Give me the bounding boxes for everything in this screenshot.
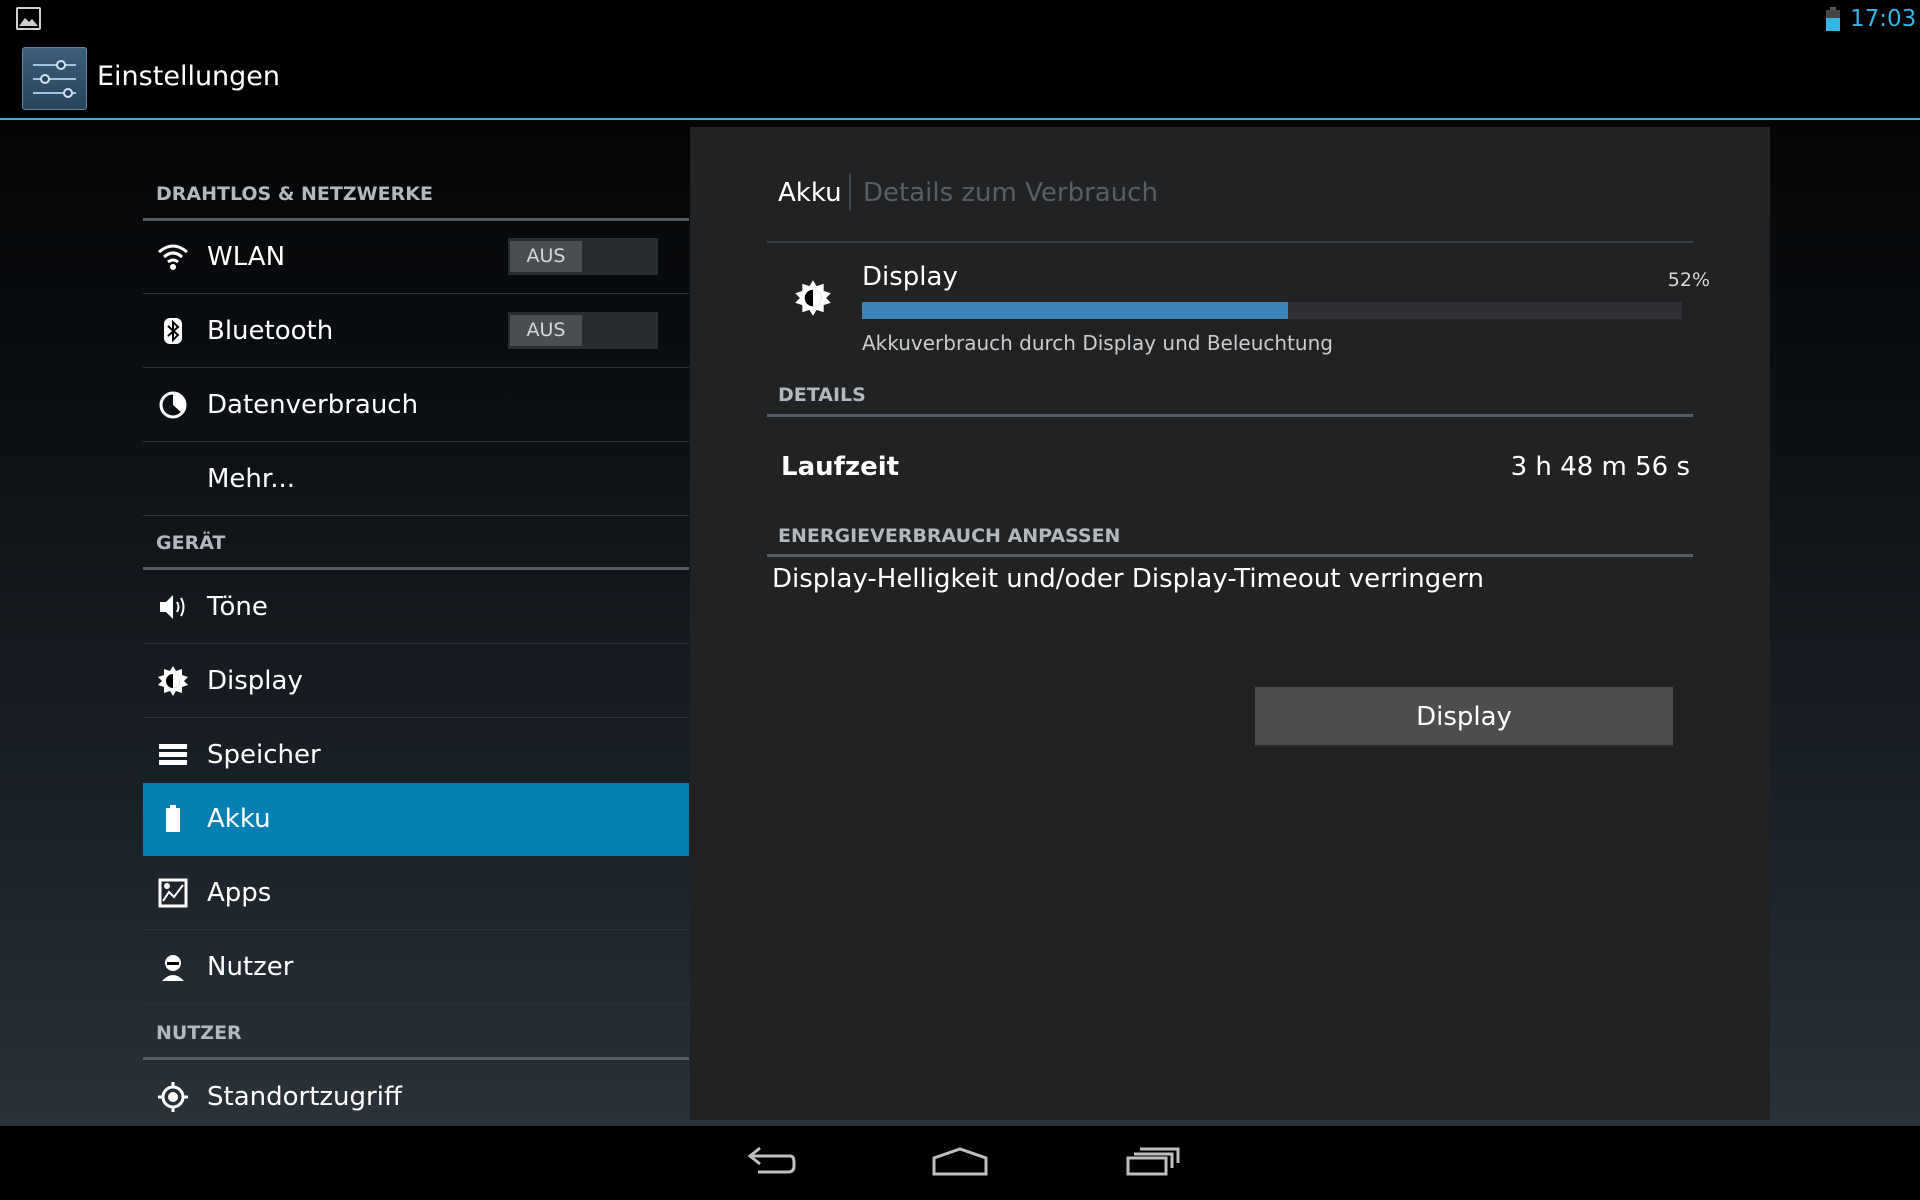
sidebar-item-label: Akku	[207, 804, 271, 834]
bluetooth-toggle[interactable]: AUS	[508, 312, 658, 349]
wifi-icon	[157, 241, 189, 273]
toggle-state: AUS	[510, 241, 582, 272]
sidebar-item-bluetooth[interactable]: Bluetooth AUS	[143, 295, 689, 368]
apps-icon	[157, 877, 189, 909]
sidebar-item-label: Apps	[207, 878, 272, 908]
gallery-icon	[16, 7, 41, 30]
runtime-value: 3 h 48 m 56 s	[1510, 452, 1690, 482]
storage-icon	[157, 739, 189, 771]
sidebar-item-toene[interactable]: Töne	[143, 571, 689, 644]
section-header-wireless: DRAHTLOS & NETZWERKE	[143, 167, 689, 221]
usage-percent: 52%	[1667, 269, 1710, 291]
sidebar-item-label: Datenverbrauch	[207, 390, 419, 420]
sidebar-item-speicher[interactable]: Speicher	[143, 719, 689, 792]
usage-description: Akkuverbrauch durch Display und Beleucht…	[862, 331, 1333, 355]
battery-icon	[1826, 7, 1840, 31]
home-icon[interactable]	[930, 1142, 990, 1182]
sidebar-item-label: Display	[207, 666, 303, 696]
sidebar-item-label: Töne	[207, 592, 268, 622]
battery-detail-panel: Akku Details zum Verbrauch Display 52% A…	[690, 127, 1770, 1120]
sidebar-item-label: Nutzer	[207, 952, 294, 982]
section-header-device: GERÄT	[143, 516, 689, 570]
breadcrumb-details: Details zum Verbrauch	[863, 178, 1158, 208]
sidebar-item-mehr[interactable]: Mehr...	[143, 443, 689, 516]
section-divider	[767, 414, 1693, 417]
section-divider	[767, 554, 1693, 557]
sidebar-item-akku[interactable]: Akku	[143, 783, 689, 856]
clock: 17:03	[1850, 6, 1917, 32]
sidebar-item-datenverbrauch[interactable]: Datenverbrauch	[143, 369, 689, 442]
sidebar-item-label: Speicher	[207, 740, 321, 770]
settings-list: DRAHTLOS & NETZWERKE WLAN AUS Bluetooth …	[143, 120, 689, 1126]
divider	[767, 241, 1693, 243]
usage-title: Display	[862, 262, 958, 292]
brightness-icon	[794, 279, 832, 317]
section-header-adjust: ENERGIEVERBRAUCH ANPASSEN	[778, 525, 1121, 547]
display-settings-button[interactable]: Display	[1255, 687, 1673, 747]
app-title: Einstellungen	[97, 61, 281, 92]
back-icon[interactable]	[738, 1142, 798, 1182]
sidebar-item-label: Mehr...	[207, 464, 296, 494]
sidebar-item-nutzer[interactable]: Nutzer	[143, 931, 689, 1004]
sidebar-item-wlan[interactable]: WLAN AUS	[143, 221, 689, 294]
toggle-state: AUS	[510, 315, 582, 346]
runtime-label: Laufzeit	[781, 452, 900, 482]
speaker-icon	[157, 591, 189, 623]
content-area: DRAHTLOS & NETZWERKE WLAN AUS Bluetooth …	[0, 120, 1920, 1126]
location-icon	[157, 1081, 189, 1113]
sidebar-item-label: Standortzugriff	[207, 1082, 402, 1112]
status-bar: 17:03	[0, 0, 1920, 37]
breadcrumb-separator	[849, 173, 851, 211]
adjust-tip: Display-Helligkeit und/oder Display-Time…	[772, 564, 1484, 594]
sidebar-item-display[interactable]: Display	[143, 645, 689, 718]
bluetooth-icon	[157, 315, 189, 347]
usage-progress-fill	[862, 302, 1289, 319]
breadcrumb-akku[interactable]: Akku	[778, 173, 842, 213]
sidebar-item-standortzugriff[interactable]: Standortzugriff	[143, 1061, 689, 1134]
recent-apps-icon[interactable]	[1124, 1142, 1184, 1182]
sidebar-item-label: WLAN	[207, 242, 286, 272]
battery-icon	[157, 803, 189, 835]
user-icon	[157, 951, 189, 983]
usage-progress-bar	[862, 302, 1682, 319]
action-bar: Einstellungen	[0, 37, 1920, 120]
wlan-toggle[interactable]: AUS	[508, 238, 658, 275]
section-header-user: NUTZER	[143, 1006, 689, 1060]
brightness-icon	[157, 665, 189, 697]
data-usage-icon	[157, 389, 189, 421]
settings-sliders-icon[interactable]	[22, 47, 87, 110]
sidebar-item-label: Bluetooth	[207, 316, 334, 346]
navigation-bar	[0, 1126, 1920, 1200]
sidebar-item-apps[interactable]: Apps	[143, 857, 689, 930]
section-header-details: DETAILS	[778, 384, 866, 406]
